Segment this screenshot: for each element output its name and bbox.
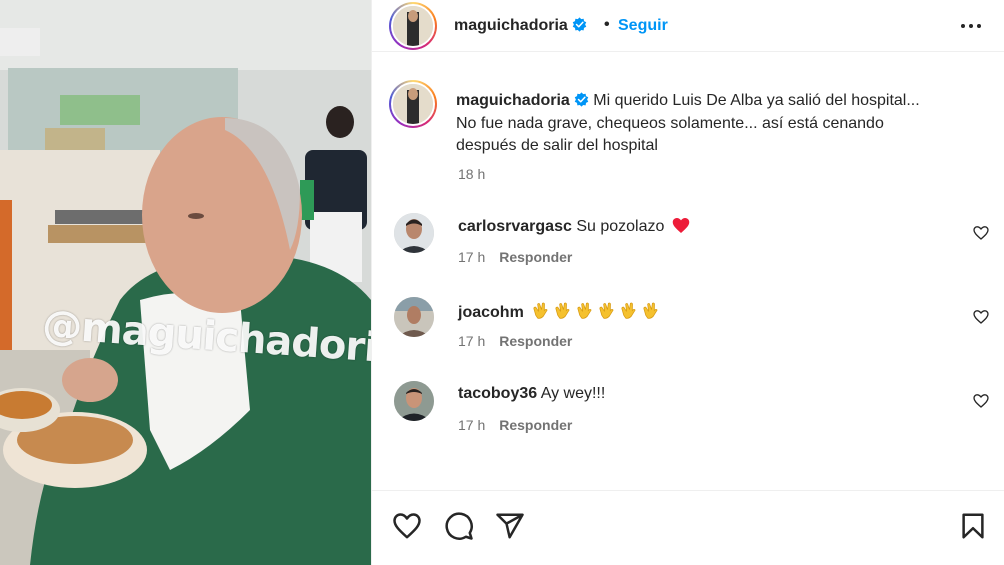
comment-username[interactable]: tacoboy36 — [458, 385, 537, 402]
author-avatar[interactable] — [389, 2, 437, 50]
clapping-hands-emoji-group — [528, 302, 660, 321]
comment-text: carlosrvargasc Su pozolazo — [458, 217, 690, 236]
commenter-avatar[interactable] — [394, 381, 434, 421]
comment-body: Ay wey!!! — [540, 385, 606, 402]
red-heart-emoji-icon — [672, 218, 690, 233]
comment-meta: 17 h Responder — [458, 333, 572, 349]
comment-item: carlosrvargasc Su pozolazo 17 h Responder — [372, 213, 1004, 283]
comment-like-heart-icon[interactable] — [973, 309, 989, 325]
clapping-hands-emoji-icon — [643, 302, 658, 319]
comment-timestamp[interactable]: 17 h — [458, 417, 485, 433]
comment-item: joacohm 17 h Responder — [372, 297, 1004, 367]
caption-text: maguichadoria Mi querido Luis De Alba ya… — [456, 90, 976, 158]
comment-username[interactable]: carlosrvargasc — [458, 218, 572, 235]
comment-item: tacoboy36 Ay wey!!! 17 h Responder — [372, 381, 1004, 451]
verified-badge-icon — [572, 17, 587, 32]
commenter-avatar[interactable] — [394, 297, 434, 337]
separator-dot: • — [604, 16, 610, 33]
clapping-hands-emoji-icon — [599, 302, 614, 319]
comment-username[interactable]: joacohm — [458, 304, 524, 321]
share-icon[interactable] — [495, 511, 525, 541]
comment-meta: 17 h Responder — [458, 417, 572, 433]
follow-button[interactable]: Seguir — [618, 17, 668, 35]
like-heart-icon[interactable] — [392, 511, 422, 541]
reply-button[interactable]: Responder — [499, 417, 572, 433]
comment-timestamp[interactable]: 17 h — [458, 333, 485, 349]
caption-timestamp[interactable]: 18 h — [458, 166, 485, 182]
save-bookmark-icon[interactable] — [958, 511, 988, 541]
caption-username[interactable]: maguichadoria — [456, 92, 570, 109]
post-action-bar — [372, 490, 1004, 565]
verified-badge-icon — [574, 92, 589, 107]
more-options-icon[interactable] — [959, 16, 983, 36]
post-header: maguichadoria • Seguir — [372, 0, 1004, 52]
comment-text: joacohm — [458, 301, 660, 322]
commenter-avatar[interactable] — [394, 213, 434, 253]
reply-button[interactable]: Responder — [499, 333, 572, 349]
caption-author-avatar[interactable] — [389, 80, 437, 128]
comment-like-heart-icon[interactable] — [973, 225, 989, 241]
comment-timestamp[interactable]: 17 h — [458, 249, 485, 265]
comment-icon[interactable] — [444, 511, 474, 541]
comment-body: Su pozolazo — [576, 218, 665, 235]
clapping-hands-emoji-icon — [621, 302, 636, 319]
comment-like-heart-icon[interactable] — [973, 393, 989, 409]
comment-meta: 17 h Responder — [458, 249, 572, 265]
clapping-hands-emoji-icon — [577, 302, 592, 319]
comment-text: tacoboy36 Ay wey!!! — [458, 385, 605, 403]
clapping-hands-emoji-icon — [555, 302, 570, 319]
clapping-hands-emoji-icon — [533, 302, 548, 319]
post-side-panel: maguichadoria • Seguir maguichadoria Mi … — [371, 0, 1004, 565]
photo-scene — [0, 0, 371, 565]
reply-button[interactable]: Responder — [499, 249, 572, 265]
caption-line-3: después de salir del hospital — [456, 137, 658, 154]
caption-line-1: Mi querido Luis De Alba ya salió del hos… — [593, 92, 920, 109]
post-photo: @maguichadoria — [0, 0, 371, 565]
caption-line-2: No fue nada grave, chequeos solamente...… — [456, 114, 884, 132]
author-username[interactable]: maguichadoria — [454, 17, 587, 35]
